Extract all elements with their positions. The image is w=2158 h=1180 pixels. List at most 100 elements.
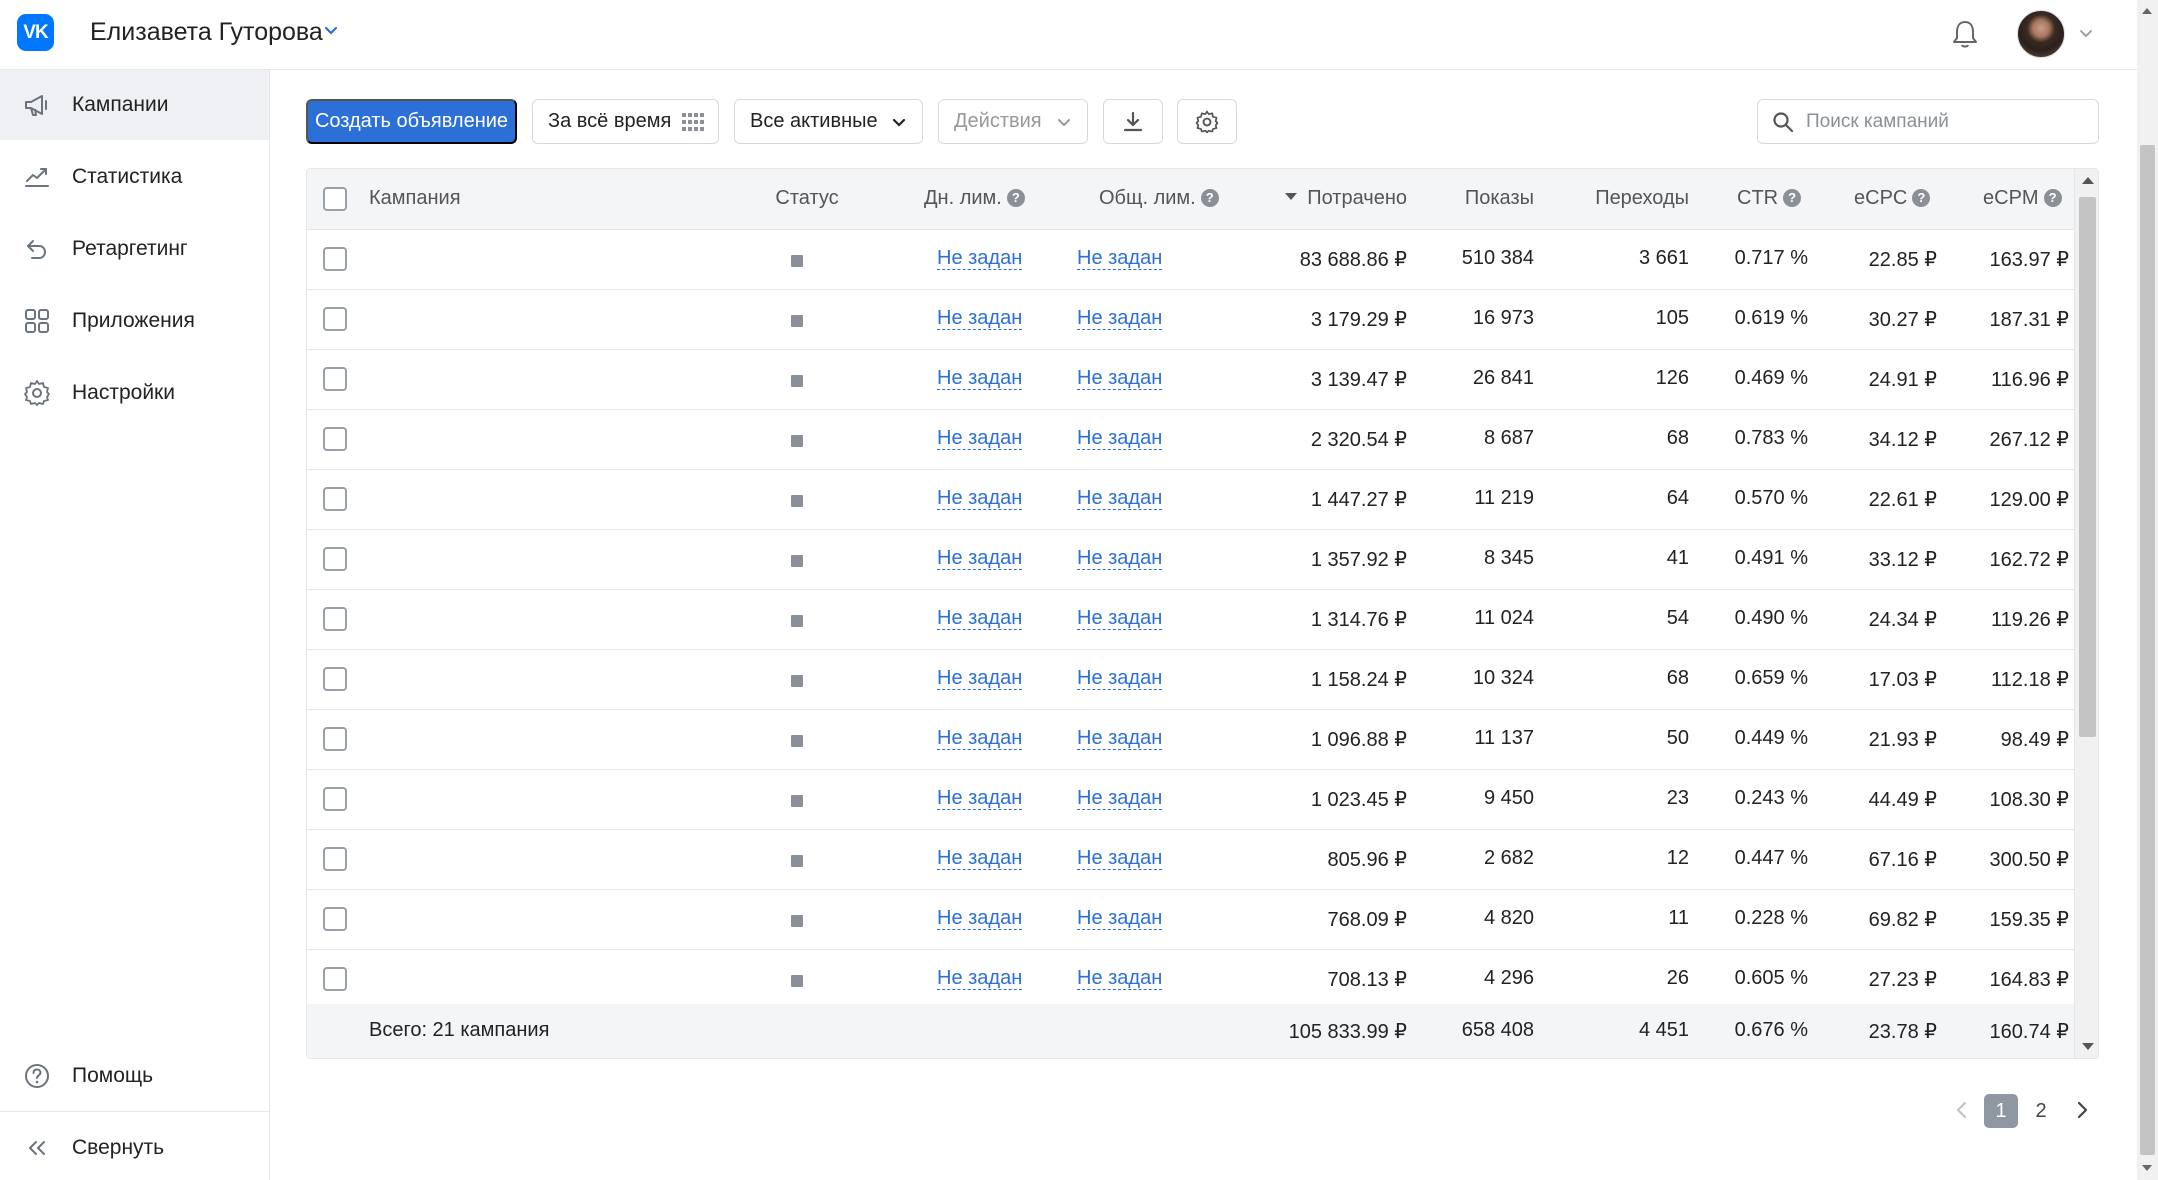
table-row[interactable]: Не задан Не задан 2 320.54 ₽ 8 687 68 0.783 %… xyxy=(307,410,2074,470)
col-spent[interactable]: Потрачено xyxy=(1247,187,1407,210)
table-row[interactable]: Не задан Не задан 1 158.24 ₽ 10 324 68 0.659 … xyxy=(307,650,2074,710)
row-checkbox[interactable] xyxy=(323,727,347,751)
table-row[interactable]: Не задан Не задан 1 357.92 ₽ 8 345 41 0.491 %… xyxy=(307,530,2074,590)
total-limit-link[interactable]: Не задан xyxy=(1077,367,1163,390)
status-stopped-icon[interactable] xyxy=(791,555,803,567)
table-row[interactable]: Не задан Не задан 1 023.45 ₽ 9 450 23 0.243 %… xyxy=(307,770,2074,830)
scroll-up-arrow[interactable] xyxy=(2082,177,2094,184)
sidebar-item-settings[interactable]: Настройки xyxy=(0,358,269,428)
daily-limit-link[interactable]: Не задан xyxy=(937,847,1023,870)
total-limit-link[interactable]: Не задан xyxy=(1077,847,1163,870)
scroll-thumb[interactable] xyxy=(2079,197,2096,737)
daily-limit-link[interactable]: Не задан xyxy=(937,727,1023,750)
table-row[interactable]: Не задан Не задан 1 447.27 ₽ 11 219 64 0.570 … xyxy=(307,470,2074,530)
row-checkbox[interactable] xyxy=(323,247,347,271)
pagination-next-icon[interactable] xyxy=(2070,1098,2094,1122)
col-ecpm[interactable]: eCPM? xyxy=(1983,187,2062,210)
scroll-down-arrow[interactable] xyxy=(2142,1165,2152,1171)
col-impressions[interactable]: Показы xyxy=(1427,187,1534,210)
status-stopped-icon[interactable] xyxy=(791,495,803,507)
total-limit-link[interactable]: Не задан xyxy=(1077,487,1163,510)
daily-limit-link[interactable]: Не задан xyxy=(937,967,1023,990)
total-limit-link[interactable]: Не задан xyxy=(1077,607,1163,630)
status-stopped-icon[interactable] xyxy=(791,675,803,687)
scroll-up-arrow[interactable] xyxy=(2142,8,2152,14)
daily-limit-link[interactable]: Не задан xyxy=(937,247,1023,270)
chevron-down-icon[interactable] xyxy=(322,22,340,40)
col-campaign[interactable]: Кампания xyxy=(369,187,461,210)
daily-limit-link[interactable]: Не задан xyxy=(937,607,1023,630)
table-row[interactable]: Не задан Не задан 805.96 ₽ 2 682 12 0.447 % 67… xyxy=(307,830,2074,890)
page-scrollbar[interactable] xyxy=(2137,0,2158,1180)
campaign-search[interactable] xyxy=(1757,99,2099,144)
help-icon[interactable]: ? xyxy=(1783,189,1802,207)
total-limit-link[interactable]: Не задан xyxy=(1077,247,1163,270)
daily-limit-link[interactable]: Не задан xyxy=(937,367,1023,390)
total-limit-link[interactable]: Не задан xyxy=(1077,667,1163,690)
chevron-down-icon[interactable] xyxy=(2078,25,2094,41)
period-selector[interactable]: За всё время xyxy=(532,99,719,144)
table-row[interactable]: Не задан Не задан 83 688.86 ₽ 510 384 3 661 0… xyxy=(307,230,2074,290)
avatar[interactable] xyxy=(2017,10,2065,58)
scroll-down-arrow[interactable] xyxy=(2082,1043,2094,1050)
create-ad-button[interactable]: Создать объявление xyxy=(306,99,517,144)
daily-limit-link[interactable]: Не задан xyxy=(937,547,1023,570)
sidebar-item-retargeting[interactable]: Ретаргетинг xyxy=(0,214,269,284)
help-icon[interactable]: ? xyxy=(1006,189,1025,207)
row-checkbox[interactable] xyxy=(323,967,347,991)
row-checkbox[interactable] xyxy=(323,847,347,871)
status-stopped-icon[interactable] xyxy=(791,615,803,627)
row-checkbox[interactable] xyxy=(323,907,347,931)
pagination-page-2[interactable]: 2 xyxy=(2024,1094,2058,1128)
row-checkbox[interactable] xyxy=(323,787,347,811)
scroll-thumb[interactable] xyxy=(2140,145,2155,1155)
daily-limit-link[interactable]: Не задан xyxy=(937,907,1023,930)
total-limit-link[interactable]: Не задан xyxy=(1077,427,1163,450)
row-checkbox[interactable] xyxy=(323,427,347,451)
help-icon[interactable]: ? xyxy=(1200,189,1219,207)
row-checkbox[interactable] xyxy=(323,487,347,511)
pagination-page-1[interactable]: 1 xyxy=(1984,1094,2018,1128)
sidebar-item-apps[interactable]: Приложения xyxy=(0,286,269,356)
vk-logo[interactable]: VK xyxy=(17,14,54,51)
status-stopped-icon[interactable] xyxy=(791,975,803,987)
download-button[interactable] xyxy=(1103,99,1163,144)
status-filter-dropdown[interactable]: Все активные xyxy=(734,99,923,144)
total-limit-link[interactable]: Не задан xyxy=(1077,547,1163,570)
daily-limit-link[interactable]: Не задан xyxy=(937,427,1023,450)
status-stopped-icon[interactable] xyxy=(791,855,803,867)
table-row[interactable]: Не задан Не задан 3 139.47 ₽ 26 841 126 0.469… xyxy=(307,350,2074,410)
table-row[interactable]: Не задан Не задан 3 179.29 ₽ 16 973 105 0.619… xyxy=(307,290,2074,350)
status-stopped-icon[interactable] xyxy=(791,435,803,447)
sidebar-item-help[interactable]: Помощь xyxy=(0,1041,269,1111)
daily-limit-link[interactable]: Не задан xyxy=(937,487,1023,510)
sidebar-item-statistics[interactable]: Статистика xyxy=(0,142,269,212)
table-row[interactable]: Не задан Не задан 708.13 ₽ 4 296 26 0.605 % 27… xyxy=(307,950,2074,1010)
help-icon[interactable]: ? xyxy=(2043,189,2062,207)
status-stopped-icon[interactable] xyxy=(791,315,803,327)
status-stopped-icon[interactable] xyxy=(791,795,803,807)
account-name[interactable]: Елизавета Гуторова xyxy=(90,18,323,47)
status-stopped-icon[interactable] xyxy=(791,915,803,927)
sidebar-collapse-button[interactable]: Свернуть xyxy=(0,1113,269,1180)
table-scrollbar[interactable] xyxy=(2074,169,2098,1058)
pagination-prev-icon[interactable] xyxy=(1950,1098,1974,1122)
table-settings-button[interactable] xyxy=(1177,99,1237,144)
col-total-limit[interactable]: Общ. лим.? xyxy=(1099,187,1219,210)
col-ecpc[interactable]: eCPC? xyxy=(1854,187,1931,210)
row-checkbox[interactable] xyxy=(323,667,347,691)
total-limit-link[interactable]: Не задан xyxy=(1077,727,1163,750)
status-stopped-icon[interactable] xyxy=(791,255,803,267)
daily-limit-link[interactable]: Не задан xyxy=(937,667,1023,690)
total-limit-link[interactable]: Не задан xyxy=(1077,967,1163,990)
table-row[interactable]: Не задан Не задан 768.09 ₽ 4 820 11 0.228 % 69… xyxy=(307,890,2074,950)
status-stopped-icon[interactable] xyxy=(791,735,803,747)
daily-limit-link[interactable]: Не задан xyxy=(937,307,1023,330)
row-checkbox[interactable] xyxy=(323,367,347,391)
row-checkbox[interactable] xyxy=(323,547,347,571)
row-checkbox[interactable] xyxy=(323,607,347,631)
select-all-checkbox[interactable] xyxy=(323,187,347,211)
help-icon[interactable]: ? xyxy=(1912,189,1931,207)
table-row[interactable]: Не задан Не задан 1 314.76 ₽ 11 024 54 0.490 … xyxy=(307,590,2074,650)
col-ctr[interactable]: CTR? xyxy=(1737,187,1802,210)
